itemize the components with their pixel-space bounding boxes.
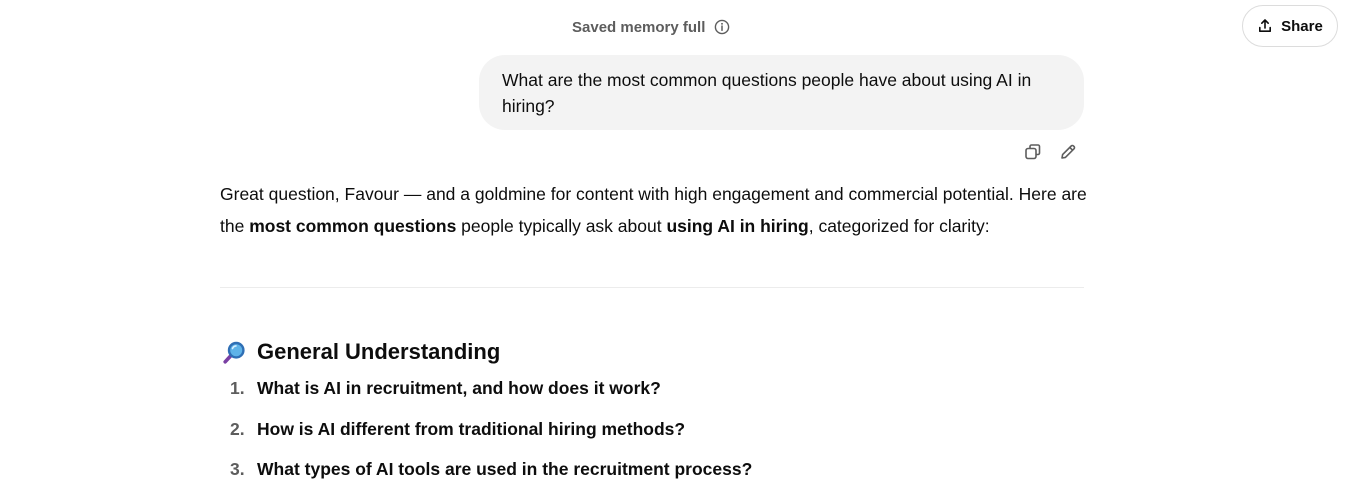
- list-item-number: 3.: [230, 459, 245, 479]
- list-item: 1. What is AI in recruitment, and how do…: [222, 378, 752, 419]
- chat-page: Saved memory full Share What are the mos…: [0, 0, 1345, 499]
- memory-status-label: Saved memory full: [572, 18, 706, 36]
- list-item: 3. What types of AI tools are used in th…: [222, 459, 752, 499]
- user-message-text: What are the most common questions peopl…: [502, 70, 1032, 116]
- list-item-text: What types of AI tools are used in the r…: [257, 459, 753, 479]
- intro-text-3: , categorized for clarity:: [808, 216, 990, 236]
- share-icon: [1257, 18, 1273, 34]
- user-message-bubble: What are the most common questions peopl…: [479, 55, 1084, 130]
- intro-text-2: people typically ask about: [456, 216, 667, 236]
- list-item-text: How is AI different from traditional hir…: [257, 418, 686, 439]
- section-heading: General Understanding: [222, 335, 500, 369]
- edit-pencil-icon[interactable]: [1057, 141, 1079, 163]
- user-message-actions: [1022, 141, 1079, 163]
- share-label: Share: [1281, 17, 1323, 35]
- info-icon[interactable]: [714, 19, 730, 35]
- list-item-number: 1.: [230, 378, 245, 398]
- intro-bold-2: using AI in hiring: [666, 216, 809, 236]
- list-item-number: 2.: [230, 418, 245, 439]
- assistant-response: Great question, Favour — and a goldmine …: [220, 178, 1088, 242]
- section-divider: [220, 287, 1084, 288]
- copy-icon[interactable]: [1022, 141, 1044, 163]
- memory-status[interactable]: Saved memory full: [572, 16, 730, 38]
- section-title: General Understanding: [257, 339, 501, 364]
- intro-bold-1: most common questions: [249, 216, 457, 236]
- assistant-intro-paragraph: Great question, Favour — and a goldmine …: [220, 178, 1088, 242]
- list-item: 2. How is AI different from traditional …: [222, 419, 752, 460]
- magnifier-icon: [222, 340, 247, 365]
- share-button[interactable]: Share: [1242, 5, 1338, 47]
- list-item-text: What is AI in recruitment, and how does …: [257, 378, 661, 398]
- question-list: 1. What is AI in recruitment, and how do…: [222, 378, 752, 499]
